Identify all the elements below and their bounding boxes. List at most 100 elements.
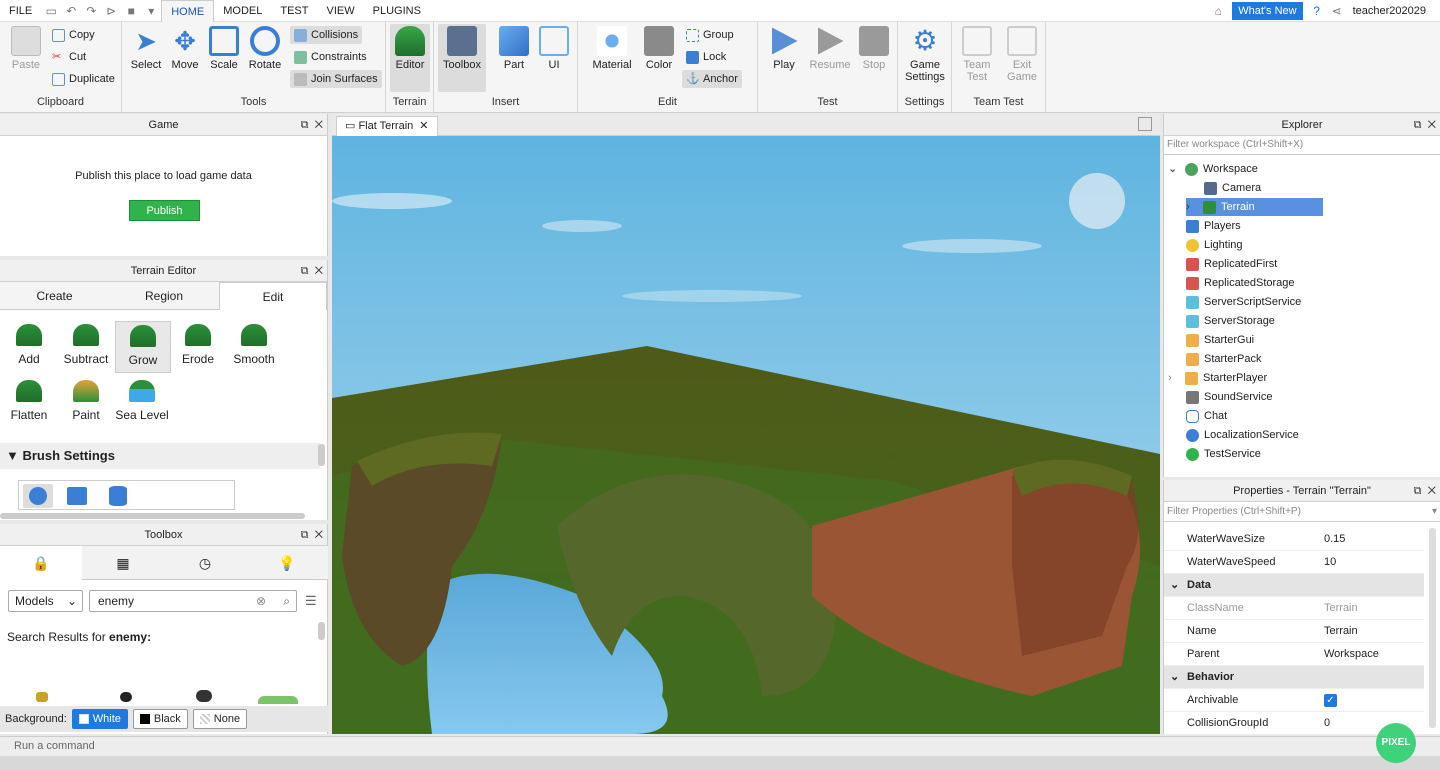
result-thumb-4[interactable] [258, 696, 298, 704]
cube-brush-icon[interactable] [67, 487, 87, 505]
terrain-editor-button[interactable]: Editor [390, 24, 430, 92]
tree-item-terrain[interactable]: › Terrain [1186, 198, 1323, 216]
constraints-toggle[interactable]: Constraints [290, 48, 371, 66]
undock-icon[interactable]: ⧉ [301, 265, 309, 277]
prop-value[interactable]: 10 [1324, 551, 1336, 574]
part-button[interactable]: Part [496, 26, 532, 71]
terrain-scrollbar[interactable] [318, 444, 325, 466]
properties-filter-input[interactable]: Filter Properties (Ctrl+Shift+P) ▾ [1164, 502, 1440, 522]
tree-item-players[interactable]: Players [1186, 217, 1247, 235]
prop-value[interactable]: 0 [1324, 712, 1330, 735]
archivable-checkbox[interactable]: ✓ [1324, 694, 1337, 707]
close-icon[interactable]: ✕ [315, 529, 323, 541]
prop-value[interactable]: Workspace [1324, 643, 1379, 666]
redo-icon[interactable]: ↷ [84, 4, 98, 18]
tab-edit[interactable]: Edit [219, 282, 327, 310]
tree-item-starterpack[interactable]: StarterPack [1186, 350, 1267, 368]
scale-button[interactable]: Scale [206, 26, 242, 71]
menu-file[interactable]: FILE [0, 0, 41, 22]
tree-item-testservice[interactable]: TestService [1186, 445, 1267, 463]
toolbox-search-input[interactable]: enemy ⊗ ⌕ [89, 590, 297, 612]
tool-grow[interactable]: Grow [115, 321, 171, 373]
tree-item-lighting[interactable]: Lighting [1186, 236, 1249, 254]
undock-icon[interactable]: ⧉ [301, 119, 309, 131]
tree-item-startergui[interactable]: StarterGui [1186, 331, 1260, 349]
play-button[interactable]: Play [766, 26, 802, 71]
tab-creations-bulb-icon[interactable]: 💡 [246, 546, 328, 580]
tab-recent-clock-icon[interactable]: ◷ [164, 546, 246, 580]
tool-smooth[interactable]: Smooth [226, 324, 282, 366]
tab-marketplace-grid-icon[interactable]: ▦ [82, 546, 164, 580]
tool-add[interactable]: Add [1, 324, 57, 366]
select-button[interactable]: ➤ Select [128, 26, 164, 71]
tree-item-chat[interactable]: Chat [1186, 407, 1233, 425]
chevron-right-icon[interactable]: › [1168, 369, 1180, 387]
bg-black-option[interactable]: Black [132, 709, 188, 729]
group-button[interactable]: Group [682, 26, 738, 44]
whats-new-button[interactable]: What's New [1232, 1, 1303, 20]
close-icon[interactable]: ✕ [315, 119, 323, 131]
undo-icon[interactable]: ↶ [64, 4, 78, 18]
tab-model[interactable]: MODEL [214, 0, 271, 22]
exit-game-button[interactable]: Exit Game [1004, 26, 1040, 83]
ui-button[interactable]: UI [538, 26, 570, 71]
tab-create[interactable]: Create [0, 282, 109, 310]
tree-item-starterplayer[interactable]: › StarterPlayer [1168, 369, 1273, 387]
tree-item-soundservice[interactable]: SoundService [1186, 388, 1279, 406]
help-icon[interactable]: ? [1310, 4, 1324, 18]
prop-category-behavior[interactable]: ⌄ Behavior [1164, 666, 1424, 689]
toolbox-button[interactable]: Toolbox [438, 24, 486, 92]
prop-category-data[interactable]: ⌄ Data [1164, 574, 1424, 597]
tool-flatten[interactable]: Flatten [1, 380, 57, 422]
resume-button[interactable]: Resume [808, 26, 852, 71]
dropdown-icon[interactable]: ▾ [144, 4, 158, 18]
command-bar-input[interactable]: Run a command [0, 736, 1440, 756]
duplicate-button[interactable]: Duplicate [48, 70, 119, 88]
filter-icon[interactable]: ☰ [305, 593, 317, 609]
rotate-button[interactable]: Rotate [246, 26, 284, 71]
tree-item-replicatedfirst[interactable]: ReplicatedFirst [1186, 255, 1283, 273]
tool-paint[interactable]: Paint [58, 380, 114, 422]
cut-button[interactable]: ✂ Cut [48, 48, 90, 66]
color-button[interactable]: Color [642, 26, 676, 71]
chevron-right-icon[interactable]: › [1186, 198, 1198, 216]
clear-icon[interactable]: ⊗ [256, 591, 266, 611]
prop-value[interactable]: Terrain [1324, 620, 1358, 643]
3d-viewport[interactable] [332, 136, 1160, 734]
tool-erode[interactable]: Erode [170, 324, 226, 366]
share-icon[interactable]: ⋖ [1330, 4, 1344, 18]
result-thumb-3[interactable] [196, 690, 212, 702]
tree-item-localizationservice[interactable]: LocalizationService [1186, 426, 1305, 444]
user-name[interactable]: teacher202029 [1347, 5, 1440, 17]
prop-row-waterwavesize[interactable]: WaterWaveSize 0.15 [1164, 528, 1424, 551]
undock-icon[interactable]: ⧉ [301, 529, 309, 541]
tree-item-workspace[interactable]: ⌄ Workspace [1168, 160, 1264, 178]
copy-button[interactable]: Copy [48, 26, 99, 44]
properties-scrollbar[interactable] [1429, 528, 1436, 728]
material-button[interactable]: Material [590, 26, 634, 71]
tree-item-replicatedstorage[interactable]: ReplicatedStorage [1186, 274, 1301, 292]
prop-row-name[interactable]: Name Terrain [1164, 620, 1424, 643]
search-icon[interactable]: ⌕ [283, 591, 290, 611]
move-button[interactable]: ✥ Move [167, 26, 203, 71]
prop-row-archivable[interactable]: Archivable ✓ [1164, 689, 1424, 712]
sphere-brush-button[interactable] [23, 484, 53, 508]
bg-none-option[interactable]: None [192, 709, 248, 729]
tool-sea-level[interactable]: Sea Level [114, 380, 170, 422]
home-icon[interactable]: ⌂ [1211, 4, 1225, 18]
tool-subtract[interactable]: Subtract [58, 324, 114, 366]
chevron-down-icon[interactable]: ⌄ [1168, 160, 1180, 178]
tab-inventory-lock-icon[interactable]: 🔒 [0, 546, 82, 580]
stop-button[interactable]: Stop [858, 26, 890, 71]
result-thumb-1[interactable] [36, 692, 48, 702]
undock-icon[interactable]: ⧉ [1414, 119, 1422, 131]
chevron-down-icon[interactable]: ▾ [1432, 502, 1437, 521]
tab-flat-terrain[interactable]: ▭ Flat Terrain ✕ [336, 116, 438, 136]
prop-row-waterwavespeed[interactable]: WaterWaveSpeed 10 [1164, 551, 1424, 574]
bg-white-option[interactable]: White [71, 709, 128, 729]
explorer-filter-input[interactable]: Filter workspace (Ctrl+Shift+X) [1164, 136, 1440, 155]
tab-view[interactable]: VIEW [317, 0, 363, 22]
tab-test[interactable]: TEST [271, 0, 317, 22]
prop-row-parent[interactable]: Parent Workspace [1164, 643, 1424, 666]
team-test-button[interactable]: Team Test [958, 26, 996, 83]
